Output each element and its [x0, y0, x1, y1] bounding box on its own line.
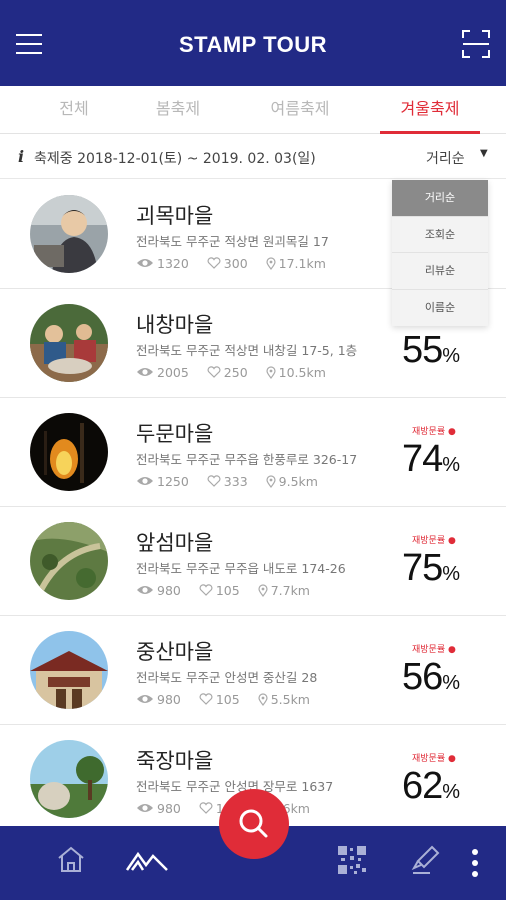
- village-address: 전라북도 무주군 무주읍 한풍루로 326-17: [136, 452, 358, 467]
- like-count: 250: [223, 364, 248, 380]
- location-pin-icon: [266, 474, 276, 488]
- village-address: 전라북도 무주군 적상면 원괴목길 17: [136, 234, 329, 249]
- like-count: 300: [223, 255, 248, 271]
- like-count: 105: [215, 691, 240, 707]
- eye-icon: [137, 477, 153, 485]
- list-item[interactable]: 앞섬마을 전라북도 무주군 무주읍 내도로 174-26 980 105 7.7…: [0, 507, 506, 616]
- eye-icon: [137, 804, 153, 812]
- tab-all[interactable]: 전체: [34, 86, 114, 134]
- sort-option-distance[interactable]: 거리순: [392, 180, 488, 217]
- app-header: STAMP TOUR: [0, 0, 506, 86]
- village-name: 내창마을: [136, 313, 214, 337]
- view-count: 1250: [157, 473, 189, 489]
- location-pin-icon: [266, 256, 276, 270]
- sort-dropdown: 거리순 조회순 리뷰순 이름순: [392, 180, 488, 326]
- sort-select[interactable]: 거리순: [426, 148, 465, 168]
- distance: 7.7km: [270, 582, 310, 598]
- view-count: 2005: [157, 364, 189, 380]
- revisit-rate: 75%: [402, 547, 461, 589]
- revisit-rate: 74%: [402, 438, 461, 480]
- view-count: 1320: [157, 255, 189, 271]
- village-name: 죽장마을: [136, 749, 214, 773]
- revisit-label: 재방문률 ●: [412, 536, 456, 546]
- village-address: 전라북도 무주군 적상면 내창길 17-5, 1층: [136, 343, 358, 358]
- village-address: 전라북도 무주군 안성면 중산길 28: [136, 670, 318, 685]
- revisit-label: 재방문률 ●: [412, 427, 456, 437]
- village-stats: 1250 333 9.5km: [136, 472, 332, 489]
- village-stats: 2005 250 10.5km: [136, 363, 340, 380]
- village-stats: 1320 300 17.1km: [136, 254, 340, 271]
- village-name: 앞섬마을: [136, 531, 214, 555]
- search-button[interactable]: [219, 789, 289, 859]
- revisit-rate: 56%: [402, 656, 461, 698]
- village-photo: [30, 413, 108, 491]
- list-item[interactable]: 중산마을 전라북도 무주군 안성면 중산길 28 980 105 5.5km 재…: [0, 616, 506, 725]
- sort-option-name[interactable]: 이름순: [392, 290, 488, 327]
- village-photo: [30, 304, 108, 382]
- info-icon: i: [18, 147, 25, 166]
- location-pin-icon: [258, 692, 268, 706]
- village-address: 전라북도 무주군 무주읍 내도로 174-26: [136, 561, 346, 576]
- revisit-rate: 62%: [402, 765, 461, 807]
- sort-option-views[interactable]: 조회순: [392, 217, 488, 253]
- search-icon: [239, 809, 268, 838]
- season-tabs: 전체 봄축제 여름축제 겨울축제: [0, 86, 506, 134]
- location-pin-icon: [258, 583, 268, 597]
- distance: 9.5km: [278, 473, 318, 489]
- festival-info-bar: i 축제중 2018-12-01(토) ~ 2019. 02. 03(일) 거리…: [0, 135, 506, 179]
- eye-icon: [137, 586, 153, 594]
- village-name: 중산마을: [136, 640, 214, 664]
- app-title: STAMP TOUR: [178, 32, 327, 57]
- more-vert-icon[interactable]: [470, 848, 480, 878]
- chevron-down-icon[interactable]: ▼: [480, 148, 488, 159]
- list-item[interactable]: 두문마을 전라북도 무주군 무주읍 한풍루로 326-17 1250 333 9…: [0, 398, 506, 507]
- village-name: 괴목마을: [136, 204, 214, 228]
- sort-option-reviews[interactable]: 리뷰순: [392, 253, 488, 290]
- village-photo: [30, 631, 108, 709]
- view-count: 980: [157, 691, 181, 707]
- eye-icon: [137, 259, 153, 267]
- revisit-rate: 55%: [402, 329, 461, 371]
- eye-icon: [137, 368, 153, 376]
- view-count: 980: [157, 582, 181, 598]
- eye-icon: [137, 695, 153, 703]
- heart-icon: [199, 584, 213, 596]
- heart-icon: [207, 366, 221, 378]
- location-pin-icon: [266, 365, 276, 379]
- revisit-label: 재방문률 ●: [412, 645, 456, 655]
- village-photo: [30, 195, 108, 273]
- village-photo: [30, 522, 108, 600]
- distance: 17.1km: [278, 255, 326, 271]
- village-name: 두문마을: [136, 422, 214, 446]
- heart-icon: [207, 475, 221, 487]
- heart-icon: [207, 257, 221, 269]
- tab-spring[interactable]: 봄축제: [138, 86, 218, 134]
- stamp-me-icon[interactable]: [410, 844, 442, 876]
- like-count: 105: [215, 582, 240, 598]
- qr-scan-icon[interactable]: [462, 30, 490, 58]
- heart-icon: [199, 802, 213, 814]
- view-count: 980: [157, 800, 181, 816]
- village-photo: [30, 740, 108, 818]
- village-stats: 980 105 5.5km: [136, 690, 324, 707]
- tab-summer[interactable]: 여름축제: [252, 86, 348, 134]
- like-count: 333: [223, 473, 248, 489]
- distance: 5.5km: [270, 691, 310, 707]
- distance: 10.5km: [278, 364, 326, 380]
- qr-code-icon[interactable]: [336, 844, 368, 876]
- tab-winter[interactable]: 겨울축제: [380, 86, 480, 134]
- heart-icon: [199, 693, 213, 705]
- village-stats: 980 105 7.7km: [136, 581, 324, 598]
- mountain-icon[interactable]: [126, 850, 168, 872]
- festival-period: 축제중 2018-12-01(토) ~ 2019. 02. 03(일): [34, 151, 316, 167]
- revisit-label: 재방문률 ●: [412, 754, 456, 764]
- home-icon[interactable]: [56, 844, 86, 874]
